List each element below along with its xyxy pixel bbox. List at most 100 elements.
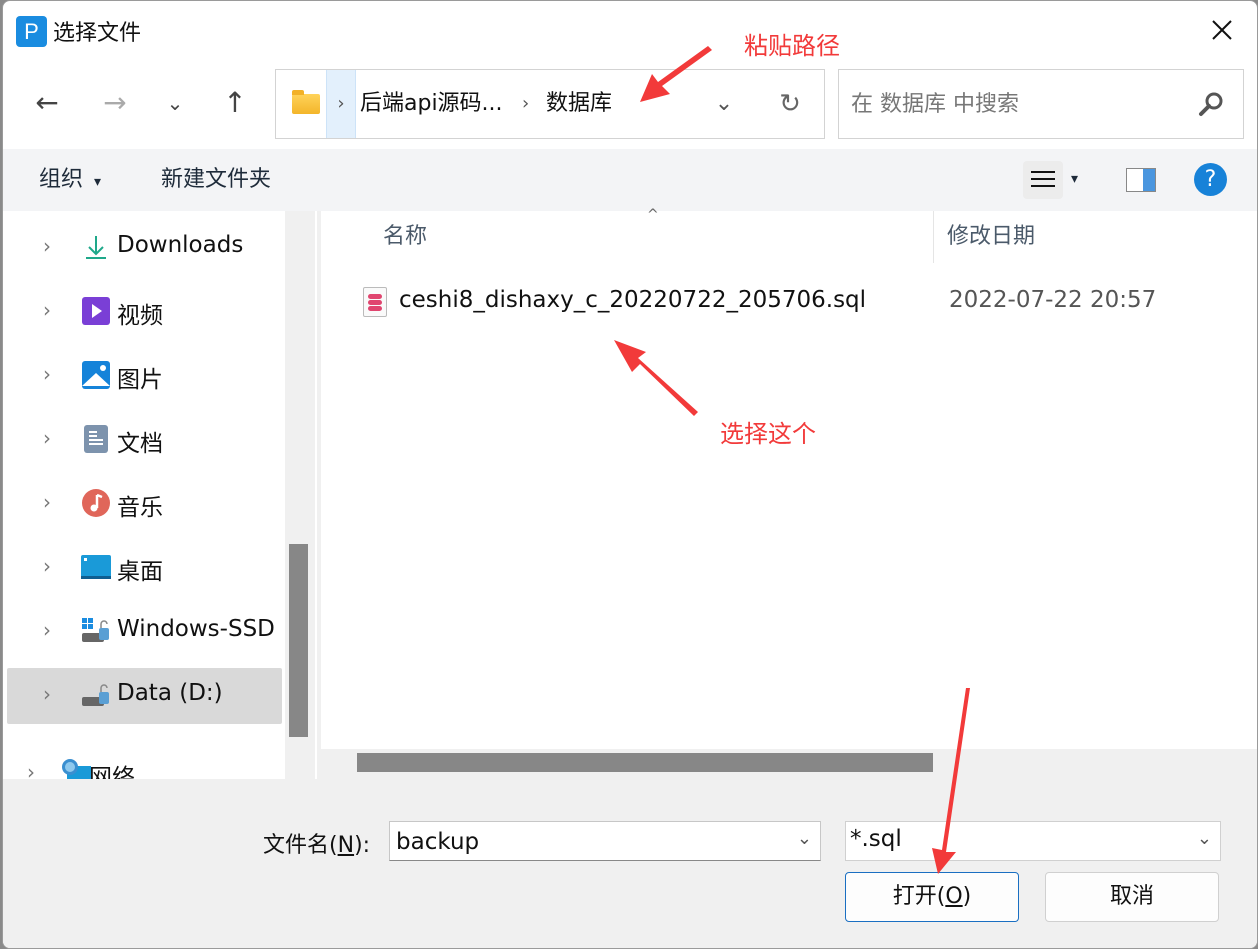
- sidebar-item-label: 视频: [117, 303, 163, 329]
- sidebar-item-windows-ssd[interactable]: › Windows-SSD: [7, 604, 282, 660]
- horizontal-scrollbar-thumb[interactable]: [357, 753, 933, 772]
- filename-input[interactable]: [394, 822, 788, 862]
- sql-file-icon-bar: [368, 306, 382, 311]
- videos-icon: [82, 297, 110, 325]
- sidebar-item-label: 图片: [117, 367, 163, 393]
- filename-combobox: ⌄: [389, 821, 821, 862]
- close-icon: [1212, 20, 1232, 40]
- refresh-icon: ↻: [779, 89, 801, 119]
- sort-ascending-icon: ^: [647, 207, 659, 223]
- chevron-down-icon[interactable]: ⌄: [797, 828, 812, 849]
- arrow-up-icon: ↑: [223, 86, 247, 119]
- arrow-left-icon: ←: [35, 86, 59, 119]
- sidebar-item-label: 网络: [89, 765, 135, 779]
- data-drive-icon: [82, 684, 109, 706]
- navigation-pane: › Downloads › 视频 › 图片 › 文档 › 音乐 › 桌面 › W…: [3, 211, 315, 779]
- up-button[interactable]: ↑: [215, 83, 255, 123]
- title-bar: P 选择文件: [3, 1, 1257, 61]
- sidebar-item-pictures[interactable]: › 图片: [7, 348, 282, 404]
- annotation-select-this: 选择这个: [720, 420, 816, 448]
- chevron-down-icon: ⌄: [714, 91, 734, 116]
- column-header-name[interactable]: 名称: [383, 211, 427, 263]
- breadcrumb-segment[interactable]: 后端api源码...: [360, 70, 503, 138]
- sidebar-item-label: 文档: [117, 431, 163, 457]
- filetype-value: *.sql: [850, 826, 902, 852]
- sidebar-item-label: 音乐: [117, 495, 163, 521]
- preview-pane-icon: [1143, 169, 1155, 191]
- expand-chevron-icon[interactable]: ›: [43, 490, 51, 514]
- sidebar-item-music[interactable]: › 音乐: [7, 476, 282, 532]
- sidebar-item-downloads[interactable]: › Downloads: [7, 220, 282, 276]
- column-header-modified[interactable]: 修改日期: [947, 211, 1035, 263]
- sidebar-item-label: Data (D:): [117, 680, 223, 706]
- dialog-title: 选择文件: [53, 21, 142, 46]
- expand-chevron-icon[interactable]: ›: [43, 554, 51, 578]
- search-icon[interactable]: [1197, 90, 1225, 118]
- recent-locations-button[interactable]: ⌄: [155, 83, 195, 123]
- organize-menu[interactable]: 组织 ▾: [39, 149, 101, 211]
- sidebar-item-data-d[interactable]: › Data (D:): [7, 668, 282, 724]
- view-options-dropdown[interactable]: ▾: [1071, 171, 1078, 187]
- file-modified-date: 2022-07-22 20:57: [949, 287, 1157, 313]
- expand-chevron-icon[interactable]: ›: [43, 618, 51, 642]
- preview-pane-button[interactable]: [1126, 168, 1156, 192]
- help-button[interactable]: ?: [1194, 163, 1227, 196]
- cancel-button[interactable]: 取消: [1045, 872, 1219, 922]
- download-icon: [86, 236, 106, 259]
- open-button[interactable]: 打开(O): [845, 872, 1019, 922]
- caret-down-icon: ▾: [94, 174, 102, 190]
- back-button[interactable]: ←: [27, 83, 67, 123]
- chevron-down-icon: ⌄: [166, 91, 184, 115]
- chevron-down-icon[interactable]: ⌄: [1197, 828, 1212, 849]
- search-box: [838, 69, 1244, 139]
- column-divider[interactable]: [933, 211, 934, 263]
- filename-label-suffix: ):: [354, 833, 371, 858]
- sidebar-item-label: Downloads: [117, 232, 244, 258]
- open-label: 打开(: [892, 884, 946, 909]
- expand-chevron-icon[interactable]: ›: [43, 426, 51, 450]
- expand-chevron-icon[interactable]: ›: [43, 682, 51, 706]
- sidebar-item-documents[interactable]: › 文档: [7, 412, 282, 468]
- breadcrumb-segment-current[interactable]: 数据库: [546, 70, 612, 138]
- sql-file-icon: [363, 287, 387, 317]
- sidebar-item-videos[interactable]: › 视频: [7, 284, 282, 340]
- list-view-icon-line: [1031, 178, 1055, 180]
- file-row[interactable]: ceshi8_dishaxy_c_20220722_205706.sql 202…: [351, 275, 1241, 331]
- new-folder-button[interactable]: 新建文件夹: [161, 149, 271, 211]
- refresh-button[interactable]: ↻: [770, 70, 810, 138]
- open-label-suffix: ): [962, 884, 972, 909]
- view-mode-button[interactable]: [1023, 161, 1063, 199]
- filename-label: 文件名(N):: [263, 827, 370, 859]
- sidebar-item-network[interactable]: › 网络: [3, 746, 266, 779]
- breadcrumb-root-chevron[interactable]: ›: [326, 70, 356, 138]
- filename-label-prefix: 文件名(: [263, 833, 338, 858]
- music-icon: [82, 489, 110, 517]
- filename-label-accesskey: N: [337, 833, 355, 858]
- list-view-icon-line: [1031, 185, 1055, 187]
- breadcrumb-separator[interactable]: ›: [522, 70, 529, 138]
- command-bar: 组织 ▾ 新建文件夹 ▾ ?: [3, 149, 1257, 211]
- desktop-icon: [81, 555, 111, 579]
- sidebar-item-desktop[interactable]: › 桌面: [7, 540, 282, 596]
- expand-chevron-icon[interactable]: ›: [43, 234, 51, 258]
- address-dropdown-button[interactable]: ⌄: [704, 70, 744, 138]
- annotation-paste-path: 粘贴路径: [744, 32, 840, 60]
- filetype-select[interactable]: *.sql ⌄: [845, 821, 1221, 861]
- sidebar-item-label: 桌面: [117, 559, 163, 585]
- expand-chevron-icon[interactable]: ›: [43, 362, 51, 386]
- close-button[interactable]: [1207, 15, 1237, 45]
- address-bar[interactable]: › 后端api源码... › 数据库 ⌄ ↻: [275, 69, 825, 139]
- file-list: ^ 名称 修改日期 ceshi8_dishaxy_c_20220722_2057…: [321, 207, 1257, 749]
- expand-chevron-icon[interactable]: ›: [43, 298, 51, 322]
- organize-label: 组织: [39, 167, 84, 192]
- sidebar-scrollbar-thumb[interactable]: [289, 544, 308, 737]
- arrow-right-icon: →: [103, 86, 127, 119]
- expand-chevron-icon[interactable]: ›: [27, 760, 35, 779]
- open-accesskey: O: [945, 884, 963, 909]
- sql-file-icon-bar: [368, 300, 382, 305]
- file-name: ceshi8_dishaxy_c_20220722_205706.sql: [399, 287, 867, 313]
- documents-icon: [84, 425, 108, 453]
- sidebar-item-label: Windows-SSD: [117, 616, 275, 642]
- forward-button[interactable]: →: [95, 83, 135, 123]
- search-input[interactable]: [849, 70, 1183, 138]
